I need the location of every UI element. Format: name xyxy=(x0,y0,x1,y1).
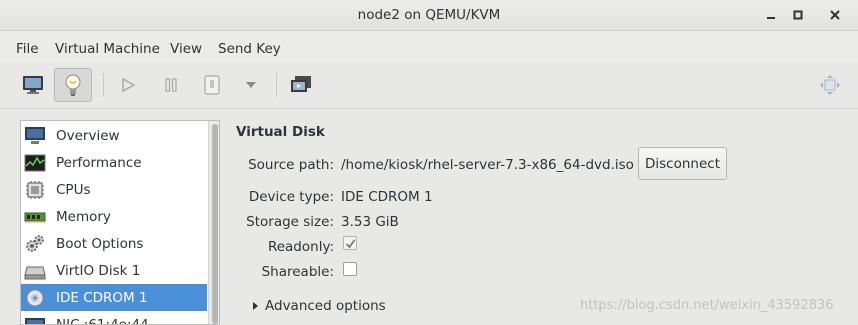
menu-bar: File Virtual Machine View Send Key xyxy=(0,31,858,63)
sidebar-item-cpus[interactable]: CPUs xyxy=(21,176,207,203)
fullscreen-icon[interactable] xyxy=(811,68,849,102)
readonly-checkbox[interactable] xyxy=(343,236,357,250)
cdrom-icon xyxy=(24,288,46,308)
toolbar-separator xyxy=(276,73,277,97)
storage-size-label: Storage size: xyxy=(246,214,334,230)
section-heading: Virtual Disk xyxy=(236,124,325,140)
checkmark-icon xyxy=(345,238,355,248)
sidebar-item-nic[interactable]: NIC :61:4e:44 xyxy=(21,311,207,324)
menu-virtual-machine[interactable]: Virtual Machine xyxy=(55,41,160,57)
menu-view[interactable]: View xyxy=(170,41,202,57)
console-monitor-icon[interactable] xyxy=(14,68,52,102)
window-title: node2 on QEMU/KVM xyxy=(357,7,501,23)
maximize-icon[interactable] xyxy=(789,6,807,24)
shareable-label: Shareable: xyxy=(261,264,334,280)
overview-monitor-icon xyxy=(24,126,46,146)
device-type-label: Device type: xyxy=(248,189,334,205)
shutdown-icon[interactable] xyxy=(193,68,231,102)
pause-icon[interactable] xyxy=(152,68,190,102)
menu-file[interactable]: File xyxy=(16,41,39,57)
expander-arrow-icon xyxy=(253,302,258,310)
sidebar-scrollbar[interactable] xyxy=(208,121,219,324)
snapshots-icon[interactable] xyxy=(282,68,320,102)
storage-size-value: 3.53 GiB xyxy=(341,214,399,230)
hardware-list: Overview Performance CPUs Memory Boot Op… xyxy=(20,120,220,325)
readonly-label: Readonly: xyxy=(267,239,334,255)
disconnect-button[interactable]: Disconnect xyxy=(638,147,727,180)
source-path-label: Source path: xyxy=(248,157,334,173)
sidebar-item-ide-cdrom-1[interactable]: IDE CDROM 1 xyxy=(21,284,207,311)
close-icon[interactable] xyxy=(826,6,844,24)
toolbar-separator xyxy=(103,73,104,97)
scrollbar-thumb[interactable] xyxy=(212,124,218,324)
run-play-icon[interactable] xyxy=(109,68,147,102)
title-bar: node2 on QEMU/KVM xyxy=(0,0,858,31)
device-type-value: IDE CDROM 1 xyxy=(341,189,433,205)
performance-graph-icon xyxy=(24,153,46,173)
advanced-options-label: Advanced options xyxy=(265,298,386,314)
disk-drive-icon xyxy=(24,261,46,281)
dropdown-arrow-icon[interactable] xyxy=(232,68,270,102)
sidebar-item-overview[interactable]: Overview xyxy=(21,122,207,149)
sidebar-item-memory[interactable]: Memory xyxy=(21,203,207,230)
watermark: https://blog.csdn.net/weixin_43592836 xyxy=(580,298,834,313)
advanced-options-expander[interactable]: Advanced options xyxy=(253,298,386,314)
cpu-chip-icon xyxy=(24,180,46,200)
lightbulb-details-icon[interactable] xyxy=(54,68,92,102)
sidebar-item-performance[interactable]: Performance xyxy=(21,149,207,176)
source-path-value: /home/kiosk/rhel-server-7.3-x86_64-dvd.i… xyxy=(341,157,634,173)
minimize-icon[interactable] xyxy=(762,6,780,24)
memory-module-icon xyxy=(24,207,46,227)
network-card-icon xyxy=(24,315,46,324)
boot-gears-icon xyxy=(24,234,46,254)
menu-send-key[interactable]: Send Key xyxy=(218,41,281,57)
toolbar xyxy=(0,63,858,109)
shareable-checkbox[interactable] xyxy=(343,262,357,276)
sidebar-item-virtio-disk-1[interactable]: VirtIO Disk 1 xyxy=(21,257,207,284)
sidebar-item-boot-options[interactable]: Boot Options xyxy=(21,230,207,257)
detail-pane: Virtual Disk Source path: /home/kiosk/rh… xyxy=(222,110,858,325)
